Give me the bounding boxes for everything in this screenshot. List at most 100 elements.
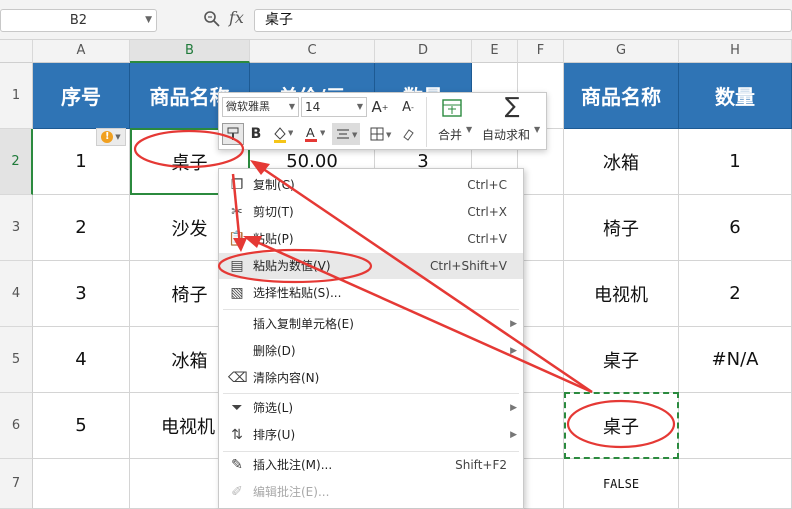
cell-f6[interactable] [518,393,564,459]
cell-a7[interactable] [33,459,130,509]
table2-header-name[interactable]: 商品名称 [564,63,679,129]
error-check-button[interactable]: ! ▼ [96,128,126,146]
column-header-e[interactable]: E [472,40,518,63]
menu-item-clear-contents[interactable]: ⌫ 清除内容(N) [219,365,523,391]
cell-a5[interactable]: 4 [33,327,130,393]
cell-h7[interactable] [679,459,792,509]
chevron-down-icon: ▼ [288,102,295,111]
function-icon[interactable]: fx [229,8,244,27]
menu-item-copy[interactable]: ❐ 复制(C) Ctrl+C [219,172,523,198]
menu-item-label: 排序(U) [253,428,296,442]
menu-item-shortcut: Ctrl+V [467,232,507,246]
cell-h4[interactable]: 2 [679,261,792,327]
table2-header-qty[interactable]: 数量 [679,63,792,129]
chevron-right-icon: ▶ [510,403,517,413]
cell-f4[interactable] [518,261,564,327]
cell-f7[interactable] [518,459,564,509]
row-header-4[interactable]: 4 [0,261,33,327]
chevron-right-icon: ▶ [510,346,517,356]
font-name-select[interactable]: 微软雅黑 ▼ [222,97,299,117]
borders-icon[interactable]: ▼ [367,123,395,145]
sigma-icon[interactable]: ∑ [499,94,525,119]
row-header-5[interactable]: 5 [0,327,33,393]
column-header-c[interactable]: C [250,40,375,63]
chevron-down-icon[interactable]: ▼ [145,10,152,31]
merge-label[interactable]: 合并 [438,126,462,143]
cell-g7[interactable]: FALSE [564,459,679,509]
formula-input[interactable]: 桌子 [254,9,792,32]
cell-h2[interactable]: 1 [679,129,792,195]
cell-a6[interactable]: 5 [33,393,130,459]
menu-item-edit-comment[interactable]: ✐ 编辑批注(E)... [219,479,523,505]
format-painter-icon[interactable] [222,123,244,145]
column-header-f[interactable]: F [518,40,564,63]
menu-item-label: 筛选(L) [253,401,294,415]
row-header-7[interactable]: 7 [0,459,33,509]
cell-g2[interactable]: 冰箱 [564,129,679,195]
zoom-icon[interactable] [203,10,221,28]
menu-item-shortcut: Shift+F2 [455,458,507,472]
menu-item-paste[interactable]: 📋 粘贴(P) Ctrl+V [219,226,523,252]
cell-a4[interactable]: 3 [33,261,130,327]
chevron-down-icon[interactable]: ▼ [466,125,472,134]
column-header-b[interactable]: B [130,40,250,63]
menu-item-filter[interactable]: ⏷ 筛选(L) ▶ [219,395,523,421]
cell-g4[interactable]: 电视机 [564,261,679,327]
cell-h3[interactable]: 6 [679,195,792,261]
cell-f3[interactable] [518,195,564,261]
cell-f5[interactable] [518,327,564,393]
cell-g3[interactable]: 椅子 [564,195,679,261]
name-box-value: B2 [69,13,88,28]
bold-button[interactable]: B [247,123,265,145]
row-header-1[interactable]: 1 [0,63,33,129]
paste-icon: 📋 [228,231,246,247]
column-header-a[interactable]: A [33,40,130,63]
menu-item-label: 插入批注(M)... [253,458,333,472]
cell-h6[interactable] [679,393,792,459]
chevron-right-icon: ▶ [510,430,517,440]
font-size-select[interactable]: 14 ▼ [301,97,367,117]
cell-g5[interactable]: 桌子 [564,327,679,393]
font-color-letter: A [306,125,315,140]
autosum-label[interactable]: 自动求和 [482,126,530,143]
cell-a3[interactable]: 2 [33,195,130,261]
select-all-corner[interactable] [0,40,33,63]
menu-item-paste-special[interactable]: ▧ 选择性粘贴(S)... [219,280,523,306]
formula-bar: B2 ▼ fx 桌子 [0,0,792,40]
warning-icon: ! [101,131,114,143]
paste-special-icon: ▧ [230,285,244,301]
cell-h5[interactable]: #N/A [679,327,792,393]
menu-item-paste-values[interactable]: ▤ 粘贴为数值(V) Ctrl+Shift+V [219,253,523,279]
chevron-down-icon: ▼ [115,133,121,141]
row-header-6[interactable]: 6 [0,393,33,459]
clear-format-icon[interactable] [399,123,417,145]
font-color-icon[interactable]: A ▼ [301,123,327,145]
fill-color-icon[interactable]: ▼ [269,123,295,145]
menu-item-insert-comment[interactable]: ✎ 插入批注(M)... Shift+F2 [219,452,523,478]
name-box[interactable]: B2 ▼ [0,9,157,32]
merge-icon[interactable] [439,97,465,119]
menu-item-label: 删除(D) [253,344,296,358]
menu-item-cut[interactable]: ✂ 剪切(T) Ctrl+X [219,199,523,225]
copy-icon: ❐ [230,177,244,193]
column-header-d[interactable]: D [375,40,472,63]
column-header-h[interactable]: H [679,40,792,63]
menu-item-label: 粘贴为数值(V) [253,259,331,273]
font-name-value: 微软雅黑 [226,100,270,113]
menu-item-sort[interactable]: ⇅ 排序(U) ▶ [219,422,523,448]
decrease-font-icon[interactable]: A- [397,96,419,118]
chevron-down-icon[interactable]: ▼ [534,125,540,134]
menu-item-delete[interactable]: 删除(D) ▶ [219,338,523,364]
svg-text:▼: ▼ [352,131,358,139]
menu-item-label: 剪切(T) [253,205,294,219]
menu-item-label: 复制(C) [253,178,295,192]
menu-item-insert-copied-cells[interactable]: 插入复制单元格(E) ▶ [219,311,523,337]
row-header-2[interactable]: 2 [0,129,33,195]
column-header-g[interactable]: G [564,40,679,63]
eraser-icon: ⌫ [228,370,248,386]
align-center-icon[interactable]: ▼ [332,123,360,145]
row-header-3[interactable]: 3 [0,195,33,261]
increase-font-icon[interactable]: A + [369,96,391,118]
table1-header-no[interactable]: 序号 [33,63,130,129]
menu-separator [223,309,519,310]
